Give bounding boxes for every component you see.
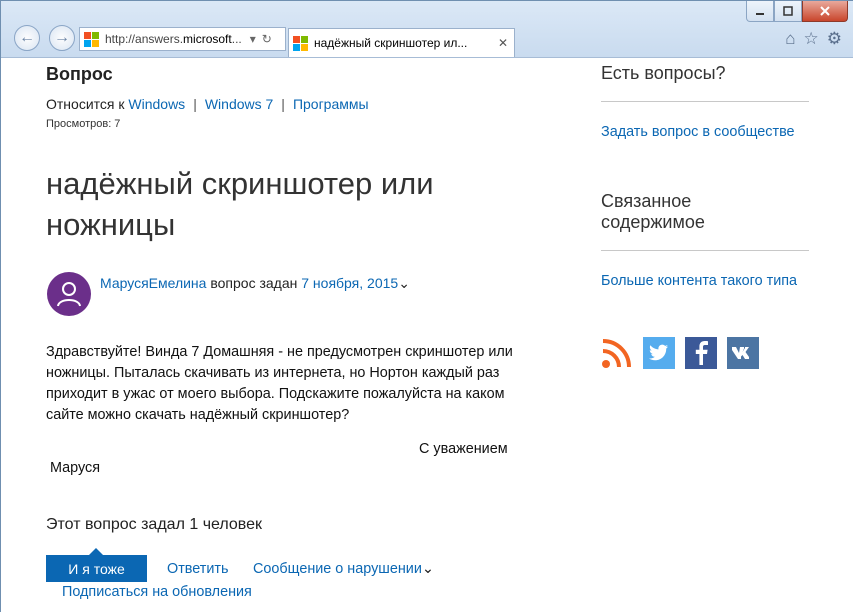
chevron-down-icon[interactable]: ⌄ — [398, 275, 410, 291]
microsoft-logo-icon — [84, 31, 99, 47]
breadcrumb-windows7[interactable]: Windows 7 — [205, 96, 273, 112]
relates-label: Относится к — [46, 96, 125, 112]
views-count: Просмотров: 7 — [46, 118, 121, 130]
search-dropdown-icon[interactable]: ▾ — [250, 32, 256, 46]
vk-icon[interactable] — [727, 337, 759, 369]
minimize-button[interactable] — [746, 1, 774, 22]
page-content: Вопрос Относится к Windows | Windows 7 | Про… — [1, 58, 853, 613]
facebook-icon[interactable] — [685, 337, 717, 369]
sidebar-related-heading-1: Связанное — [601, 191, 692, 211]
sidebar-divider — [601, 101, 809, 102]
back-arrow-icon: ← — [19, 29, 35, 46]
refresh-icon[interactable]: ↻ — [262, 32, 272, 46]
asked-count: Этот вопрос задал 1 человек — [46, 516, 263, 533]
maximize-button[interactable] — [774, 1, 802, 22]
sidebar-questions-heading: Есть вопросы? — [601, 63, 726, 83]
settings-gear-icon[interactable]: ⚙ — [827, 29, 842, 49]
close-icon — [820, 6, 830, 16]
minimize-icon — [756, 13, 764, 15]
sidebar-divider — [601, 250, 809, 251]
forward-button[interactable]: → — [49, 25, 75, 51]
question-title: надёжный скриншотер или ножницы — [46, 166, 434, 242]
me-too-button[interactable]: И я тоже — [46, 555, 147, 582]
question-body: Здравствуйте! Винда 7 Домашняя - не пред… — [46, 344, 513, 423]
asked-label: вопрос задан — [210, 275, 298, 291]
tab-title: надёжный скриншотер ил... — [314, 36, 468, 50]
me-too-tooltip-tip — [89, 548, 103, 555]
window-controls — [746, 1, 848, 22]
subscribe-link[interactable]: Подписаться на обновления — [62, 584, 252, 600]
address-suffix: ... — [231, 32, 242, 46]
address-bar[interactable]: http://answers. microsoft... ▾ ↻ — [79, 27, 286, 51]
sidebar-related-heading-2: содержимое — [601, 212, 705, 232]
social-links — [601, 337, 759, 369]
twitter-icon[interactable] — [643, 337, 675, 369]
signature-text: Маруся — [50, 460, 101, 476]
report-link[interactable]: Сообщение о нарушении⌄ — [253, 561, 434, 577]
toolbar-right: ⌂ ☆ ⚙ — [785, 29, 842, 49]
ask-community-link[interactable]: Задать вопрос в сообществе — [601, 124, 795, 140]
maximize-icon — [783, 6, 793, 16]
home-icon[interactable]: ⌂ — [785, 29, 795, 49]
regards-text: С уважением — [419, 441, 508, 457]
date-link[interactable]: 7 ноября, 2015 — [301, 275, 398, 291]
back-button[interactable]: ← — [14, 25, 40, 51]
section-label: Вопрос — [46, 64, 113, 84]
author-line: МарусяЕмелина вопрос задан 7 ноября, 201… — [100, 275, 410, 292]
favorites-star-icon[interactable]: ☆ — [804, 29, 819, 49]
close-button[interactable] — [802, 1, 848, 22]
browser-window: ← → http://answers. microsoft... ▾ ↻ надё… — [0, 0, 853, 613]
address-prefix: http://answers. — [105, 32, 184, 46]
rss-icon[interactable] — [601, 337, 633, 369]
breadcrumb-windows[interactable]: Windows — [128, 96, 185, 112]
forward-arrow-icon: → — [54, 29, 70, 46]
chevron-down-icon: ⌄ — [421, 561, 434, 577]
address-domain: microsoft — [183, 32, 232, 46]
breadcrumb-programs[interactable]: Программы — [293, 96, 369, 112]
author-link[interactable]: МарусяЕмелина — [100, 275, 206, 291]
user-icon — [57, 282, 81, 307]
reply-link[interactable]: Ответить — [167, 561, 229, 577]
breadcrumb: Относится к Windows | Windows 7 | Программы — [46, 96, 369, 112]
tab-favicon-icon — [293, 35, 308, 51]
browser-chrome: ← → http://answers. microsoft... ▾ ↻ надё… — [1, 1, 853, 58]
browser-tab[interactable]: надёжный скриншотер ил... ✕ — [288, 28, 515, 57]
report-label: Сообщение о нарушении — [253, 561, 422, 577]
tab-close-icon[interactable]: ✕ — [498, 36, 508, 50]
avatar[interactable] — [47, 272, 91, 316]
more-content-link[interactable]: Больше контента такого типа — [601, 273, 797, 289]
